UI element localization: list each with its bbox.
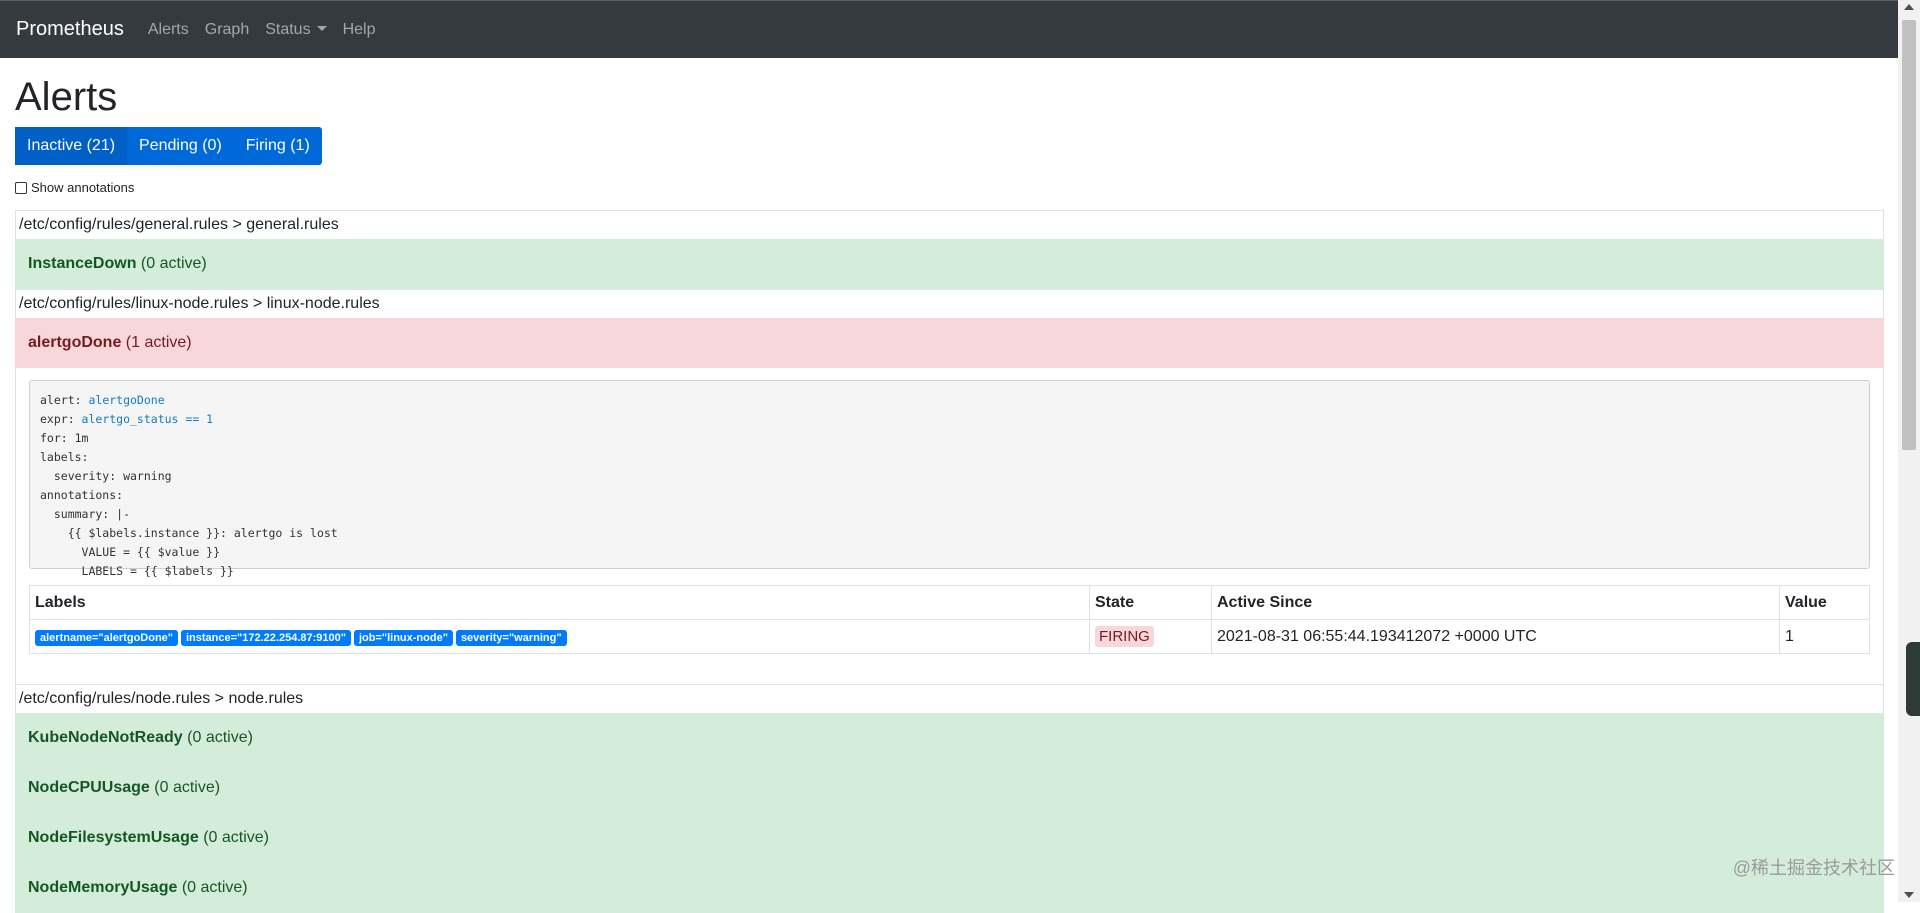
code-line-value: VALUE = {{ $value }} (40, 545, 221, 559)
filter-inactive-button[interactable]: Inactive (21) (15, 127, 128, 165)
show-annotations-label: Show annotations (31, 180, 135, 195)
col-header-state: State (1089, 585, 1212, 620)
rule-active-count: (0 active) (203, 829, 269, 846)
active-alerts-table: Labels State Active Since Value alertnam… (29, 585, 1870, 654)
rule-row-kubenodenotready[interactable]: KubeNodeNotReady (0 active) (15, 713, 1884, 763)
nav-help[interactable]: Help (343, 21, 376, 39)
caret-down-icon (316, 25, 327, 31)
show-annotations-toggle[interactable]: Show annotations (15, 180, 134, 195)
col-header-value: Value (1779, 585, 1870, 620)
rule-groups: /etc/config/rules/general.rules > genera… (15, 210, 1884, 913)
nav-graph[interactable]: Graph (205, 21, 249, 39)
scroll-thumb[interactable] (1902, 20, 1916, 450)
rule-name: NodeCPUUsage (28, 779, 150, 796)
nav-alerts[interactable]: Alerts (148, 21, 189, 39)
rule-row-instancedown[interactable]: InstanceDown (0 active) (15, 239, 1884, 289)
rule-detail-alertgodone: alert: alertgoDone expr: alertgo_status … (15, 368, 1884, 684)
scroll-down-icon[interactable] (1904, 892, 1914, 898)
rule-active-count: (0 active) (154, 779, 221, 796)
label-badge: alertname="alertgoDone" (35, 629, 178, 646)
cell-state: FIRING (1089, 619, 1212, 654)
group-header-linux-node: /etc/config/rules/linux-node.rules > lin… (15, 289, 1884, 318)
code-line-expr-value[interactable]: alertgo_status == 1 (82, 412, 214, 426)
rule-definition-code: alert: alertgoDone expr: alertgo_status … (29, 380, 1870, 578)
nav-status-dropdown[interactable]: Status (265, 20, 327, 39)
alert-state-filter: Inactive (21) Pending (0) Firing (1) (15, 127, 322, 165)
rule-active-count: (0 active) (187, 729, 253, 746)
code-line-annotations: annotations: (40, 488, 124, 502)
brand-link[interactable]: Prometheus (16, 18, 124, 41)
code-line-severity: severity: warning (40, 469, 172, 483)
rule-name: NodeMemoryUsage (28, 879, 178, 896)
code-line-labels-template: LABELS = {{ $labels }} (40, 564, 234, 578)
nav-status-label: Status (265, 20, 311, 38)
code-line-summary-text: {{ $labels.instance }}: alertgo is lost (40, 526, 338, 540)
rule-active-count: (0 active) (181, 879, 248, 896)
rule-name: alertgoDone (28, 334, 122, 351)
group-header-general: /etc/config/rules/general.rules > genera… (15, 210, 1884, 239)
col-header-active-since: Active Since (1211, 585, 1780, 620)
rule-active-count: (0 active) (140, 255, 207, 272)
filter-pending-button[interactable]: Pending (0) (127, 127, 234, 165)
page-title: Alerts (15, 75, 118, 119)
group-header-node: /etc/config/rules/node.rules > node.rule… (15, 684, 1884, 713)
code-line-alert-value[interactable]: alertgoDone (88, 393, 164, 407)
side-widget-tab[interactable] (1906, 642, 1920, 716)
code-line-expr-key: expr: (40, 412, 82, 426)
rule-active-count: (1 active) (125, 334, 192, 351)
code-line-labels: labels: (40, 450, 89, 464)
rule-row-nodefilesystemusage[interactable]: NodeFilesystemUsage (0 active) (15, 813, 1884, 863)
cell-labels: alertname="alertgoDone" instance="172.22.… (29, 619, 1090, 654)
rule-row-alertgodone[interactable]: alertgoDone (1 active) (15, 318, 1884, 368)
rule-row-nodecpuusage[interactable]: NodeCPUUsage (0 active) (15, 763, 1884, 813)
col-header-labels: Labels (29, 585, 1090, 620)
rule-row-nodememoryusage[interactable]: NodeMemoryUsage (0 active) (15, 863, 1884, 913)
code-line-alert-key: alert: (40, 393, 89, 407)
show-annotations-checkbox[interactable] (15, 181, 27, 194)
label-badge: job="linux-node" (353, 629, 453, 646)
code-line-for: for: 1m (40, 431, 89, 445)
label-badge: severity="warning" (455, 629, 567, 646)
table-header-row: Labels State Active Since Value (29, 585, 1870, 620)
table-row: alertname="alertgoDone" instance="172.22.… (29, 619, 1870, 654)
code-line-summary: summary: |- (40, 507, 131, 521)
watermark: @稀土掘金技术社区 (1732, 858, 1895, 878)
state-badge: FIRING (1095, 626, 1154, 647)
scroll-up-icon[interactable] (1904, 4, 1914, 10)
filter-firing-button[interactable]: Firing (1) (234, 127, 322, 165)
label-badge: instance="172.22.254.87:9100" (181, 629, 351, 646)
cell-active-since: 2021-08-31 06:55:44.193412072 +0000 UTC (1211, 619, 1780, 654)
vertical-scrollbar[interactable] (1898, 0, 1920, 902)
rule-name: InstanceDown (28, 255, 137, 272)
rule-name: KubeNodeNotReady (28, 729, 183, 746)
top-navbar: Prometheus Alerts Graph Status Help (0, 0, 1898, 58)
rule-name: NodeFilesystemUsage (28, 829, 199, 846)
cell-value: 1 (1779, 619, 1870, 654)
